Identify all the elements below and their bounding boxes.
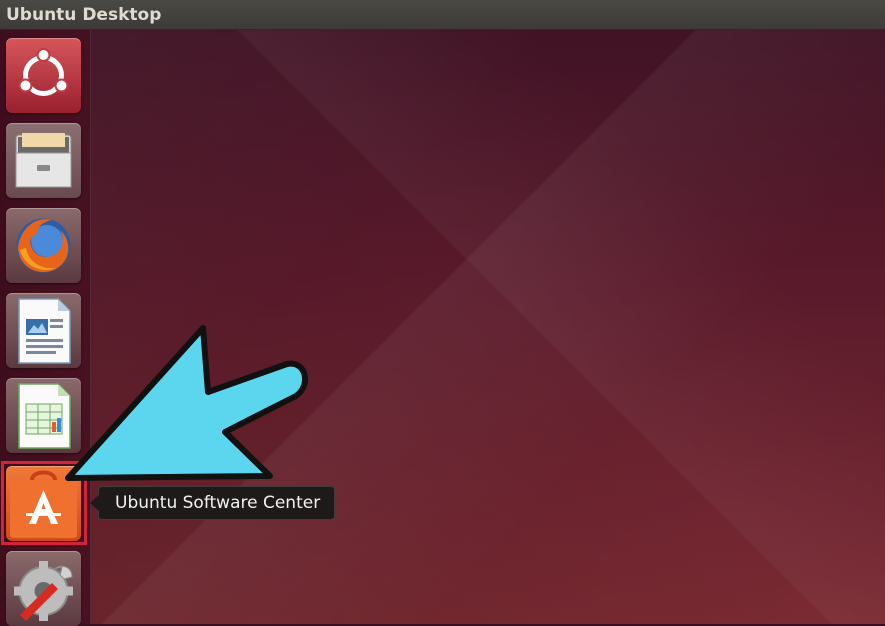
- tooltip-text: Ubuntu Software Center: [115, 493, 321, 513]
- launcher-item-libreoffice-calc[interactable]: [6, 378, 81, 453]
- ubuntu-logo-icon: [18, 48, 69, 96]
- launcher-item-files[interactable]: [6, 123, 81, 198]
- window-title: Ubuntu Desktop: [6, 5, 162, 25]
- highlight-box: [1, 461, 87, 545]
- file-cabinet-icon: [15, 133, 72, 188]
- impress-document-icon: [18, 298, 71, 364]
- settings-gear-wrench-icon: [14, 561, 73, 621]
- calc-spreadsheet-icon: [18, 383, 71, 449]
- launcher-item-libreoffice-impress[interactable]: [6, 293, 81, 368]
- launcher-tooltip: Ubuntu Software Center: [89, 486, 336, 520]
- top-panel: Ubuntu Desktop: [0, 0, 885, 30]
- firefox-icon: [16, 218, 71, 273]
- launcher-item-firefox[interactable]: [6, 208, 81, 283]
- launcher-item-system-settings[interactable]: [6, 551, 81, 626]
- desktop-background: [0, 0, 885, 624]
- launcher-item-dash-home[interactable]: [6, 38, 81, 113]
